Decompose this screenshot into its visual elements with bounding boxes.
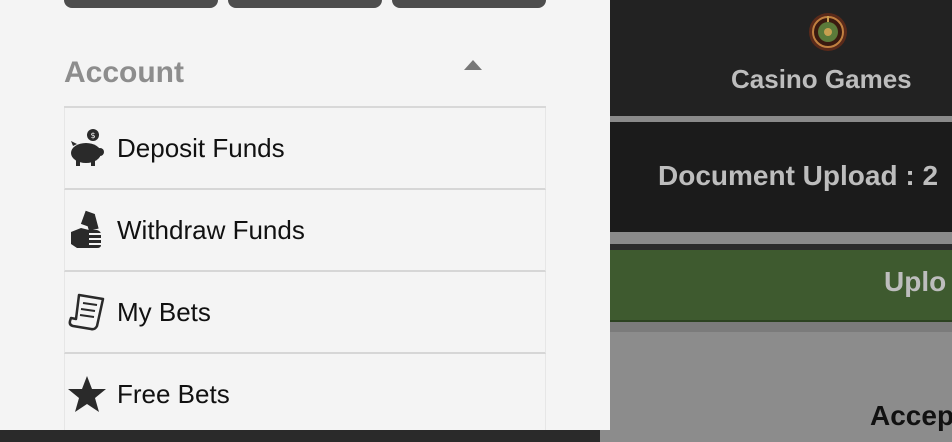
section-title: Account [64,56,184,89]
menu-item-label: My Bets [117,297,211,327]
menu-item-my-bets[interactable]: My Bets [64,272,546,354]
menu-item-free-bets[interactable]: Free Bets [64,354,546,430]
piggy-bank-icon: $ [71,129,104,166]
document-upload-text: Document Upload : 2 [658,160,939,191]
account-menu-list: $ Deposit Funds Withdraw Funds My Bets F… [64,108,546,430]
panel-heading: Accep [870,400,952,431]
roulette-icon [809,13,847,51]
top-button-2[interactable] [228,0,382,8]
svg-text:$: $ [90,131,95,140]
menu-item-label: Free Bets [117,379,230,409]
betslip-icon [68,293,105,331]
menu-item-deposit-funds[interactable]: $ Deposit Funds [64,108,546,190]
menu-item-withdraw-funds[interactable]: Withdraw Funds [64,190,546,272]
top-button-3[interactable] [392,0,546,8]
star-icon [68,376,106,412]
nav-item-label: Casino Games [731,64,912,94]
cash-hand-icon [71,210,101,248]
side-menu-drawer: Account $ Deposit Funds Withdraw Funds M… [0,0,610,430]
nav-item-casino-games[interactable]: Casino Games [705,0,950,118]
menu-item-label: Withdraw Funds [117,215,305,245]
menu-item-label: Deposit Funds [117,133,285,163]
divider [600,322,952,332]
caret-up-icon[interactable] [464,60,482,70]
upload-button-label: Uplo [884,266,947,297]
top-button-1[interactable] [64,0,218,8]
account-section-header[interactable]: Account [64,46,546,108]
